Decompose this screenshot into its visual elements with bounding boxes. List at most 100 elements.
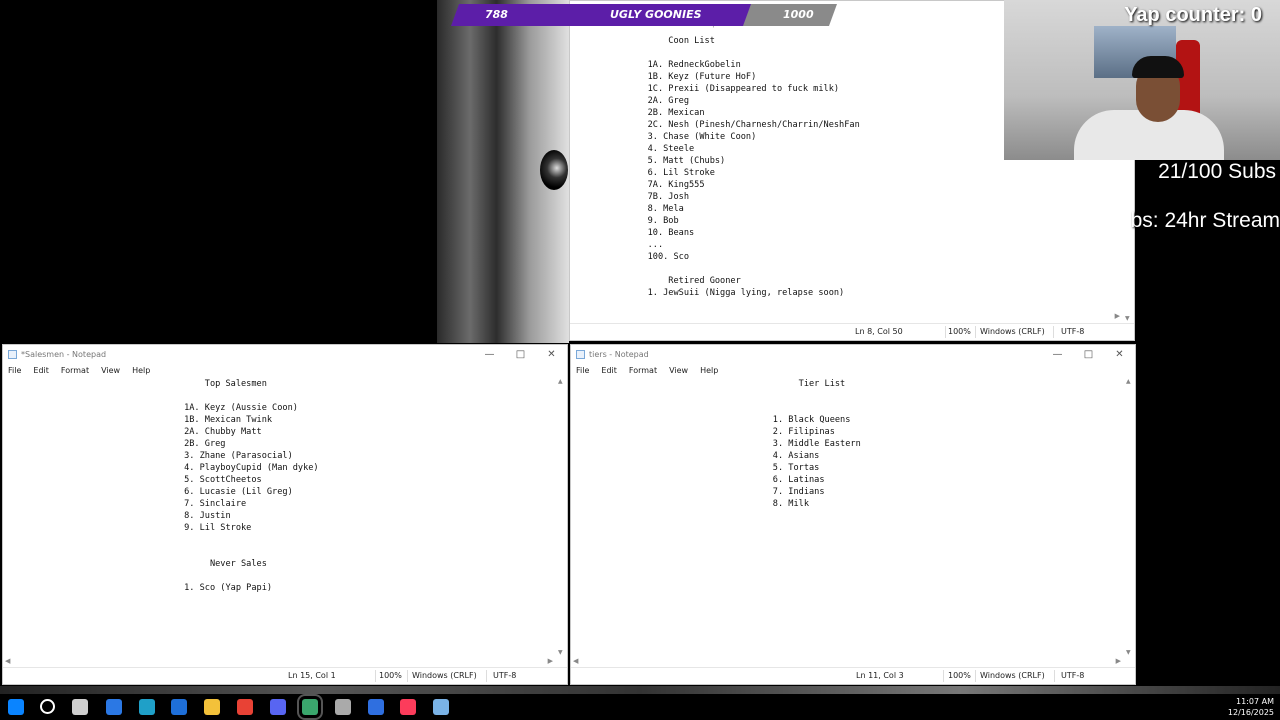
window-titlebar[interactable]: tiers - Notepad — □ ✕	[571, 345, 1135, 363]
maximize-icon[interactable]: □	[1073, 349, 1104, 360]
text-line: 4. Asians	[571, 451, 820, 461]
task-view-icon[interactable]	[72, 699, 88, 715]
text-line: 9. Bob	[570, 216, 679, 226]
maximize-icon[interactable]: □	[505, 349, 536, 360]
cursor-position: Ln 15, Col 1	[288, 671, 336, 680]
background-strip	[0, 686, 1280, 694]
notepad-window-salesmen[interactable]: *Salesmen - Notepad — □ ✕ File Edit Form…	[2, 344, 568, 685]
text-line	[3, 570, 555, 582]
cursor-position: Ln 8, Col 50	[855, 327, 903, 336]
horizontal-scrollbar[interactable]: ▶	[570, 311, 1122, 323]
scroll-up-icon[interactable]: ▲	[558, 378, 563, 385]
menu-view[interactable]: View	[101, 366, 120, 375]
menu-file[interactable]: File	[576, 366, 589, 375]
status-bar: Ln 15, Col 1 100% Windows (CRLF) UTF-8	[3, 667, 567, 684]
text-line: Retired Gooner	[570, 276, 741, 286]
minimize-icon[interactable]: —	[474, 349, 505, 360]
scroll-down-icon[interactable]: ▼	[1126, 649, 1131, 656]
scroll-down-icon[interactable]: ▼	[558, 649, 563, 656]
mail-icon[interactable]	[171, 699, 187, 715]
window-titlebar[interactable]: *Salesmen - Notepad — □ ✕	[3, 345, 567, 363]
status-bar: Ln 11, Col 3 100% Windows (CRLF) UTF-8	[571, 667, 1135, 684]
text-line: 1B. Mexican Twink	[3, 415, 273, 425]
app-icon[interactable]	[368, 699, 384, 715]
clock-time: 11:07 AM	[1236, 697, 1274, 706]
text-line: 7. Sinclaire	[3, 499, 247, 509]
clock-date: 12/16/2025	[1227, 708, 1274, 717]
menu-bar: File Edit Format View Help	[3, 363, 567, 378]
notepad-icon[interactable]	[433, 699, 449, 715]
store-icon[interactable]	[106, 699, 122, 715]
zoom-level: 100%	[948, 671, 971, 680]
menu-edit[interactable]: Edit	[601, 366, 617, 375]
line-ending: Windows (CRLF)	[412, 671, 477, 680]
text-line	[570, 263, 1122, 275]
zoom-level: 100%	[379, 671, 402, 680]
text-line: 1. Sco (Yap Papi)	[3, 583, 273, 593]
scroll-left-icon[interactable]: ◀	[573, 657, 578, 665]
text-line	[3, 546, 555, 558]
subathon-text: bs: 24hr Stream	[1130, 209, 1280, 232]
text-line: Top Salesmen	[3, 379, 267, 389]
text-line: 5. ScottCheetos	[3, 475, 262, 485]
scroll-up-icon[interactable]: ▲	[1126, 378, 1131, 385]
menu-bar: File Edit Format View Help	[571, 363, 1135, 378]
encoding: UTF-8	[1061, 671, 1085, 680]
notepad-app-icon	[8, 349, 17, 359]
windows-start-icon[interactable]	[8, 699, 24, 715]
close-icon[interactable]: ✕	[1104, 349, 1135, 360]
discord-icon[interactable]	[270, 699, 286, 715]
file-explorer-icon[interactable]	[204, 699, 220, 715]
text-line: 7A. King555	[570, 180, 705, 190]
taskbar-clock[interactable]: 11:07 AM 12/16/2025	[1228, 696, 1274, 718]
vertical-scrollbar[interactable]: ▲ ▼	[555, 378, 567, 656]
zoom-level: 100%	[948, 327, 971, 336]
text-line	[571, 402, 1123, 414]
encoding: UTF-8	[1061, 327, 1085, 336]
text-line	[3, 534, 555, 546]
text-editor-area[interactable]: Tier List 1. Black Queens 2. Filipinas 3…	[571, 378, 1123, 654]
edge-icon[interactable]	[139, 699, 155, 715]
banner-right-value: 1000	[783, 8, 814, 21]
close-icon[interactable]: ✕	[536, 349, 567, 360]
menu-help[interactable]: Help	[132, 366, 150, 375]
encoding: UTF-8	[493, 671, 517, 680]
menu-view[interactable]: View	[669, 366, 688, 375]
app-icon[interactable]	[297, 694, 323, 720]
scroll-right-icon[interactable]: ▶	[1116, 657, 1121, 665]
notepad-app-icon	[576, 349, 585, 359]
text-line: 1. JewSuii (Nigga lying, relapse soon)	[570, 288, 845, 298]
line-ending: Windows (CRLF)	[980, 671, 1045, 680]
menu-edit[interactable]: Edit	[33, 366, 49, 375]
text-line: Never Sales	[3, 559, 267, 569]
goal-banner: 788 UGLY GOONIES 1000	[450, 4, 840, 26]
text-line: 6. Latinas	[571, 475, 825, 485]
menu-file[interactable]: File	[8, 366, 21, 375]
text-line: 1A. Keyz (Aussie Coon)	[3, 403, 298, 413]
text-line: 2B. Greg	[3, 439, 226, 449]
minimize-icon[interactable]: —	[1042, 349, 1073, 360]
menu-help[interactable]: Help	[700, 366, 718, 375]
banner-title: UGLY GOONIES	[610, 8, 702, 21]
subs-goal: 21/100 Subs	[1158, 160, 1276, 183]
menu-format[interactable]: Format	[629, 366, 657, 375]
scroll-right-icon[interactable]: ▶	[1115, 312, 1120, 320]
scroll-left-icon[interactable]: ◀	[5, 657, 10, 665]
text-line: 7. Indians	[571, 487, 825, 497]
banner-left-value: 788	[485, 8, 508, 21]
text-editor-area[interactable]: Top Salesmen 1A. Keyz (Aussie Coon) 1B. …	[3, 378, 555, 654]
menu-format[interactable]: Format	[61, 366, 89, 375]
notepad-window-tiers[interactable]: tiers - Notepad — □ ✕ File Edit Format V…	[570, 344, 1136, 685]
cursor-position: Ln 11, Col 3	[856, 671, 904, 680]
chrome-icon[interactable]	[237, 699, 253, 715]
scroll-right-icon[interactable]: ▶	[548, 657, 553, 665]
obs-icon[interactable]	[335, 699, 351, 715]
text-line: Tier List	[571, 379, 846, 389]
search-icon[interactable]	[40, 699, 55, 714]
text-line: 1. Black Queens	[571, 415, 851, 425]
text-line	[3, 390, 555, 402]
vertical-scrollbar[interactable]: ▲ ▼	[1123, 378, 1135, 656]
text-line	[571, 390, 1123, 402]
music-icon[interactable]	[400, 699, 416, 715]
scroll-down-icon[interactable]: ▼	[1125, 315, 1130, 322]
